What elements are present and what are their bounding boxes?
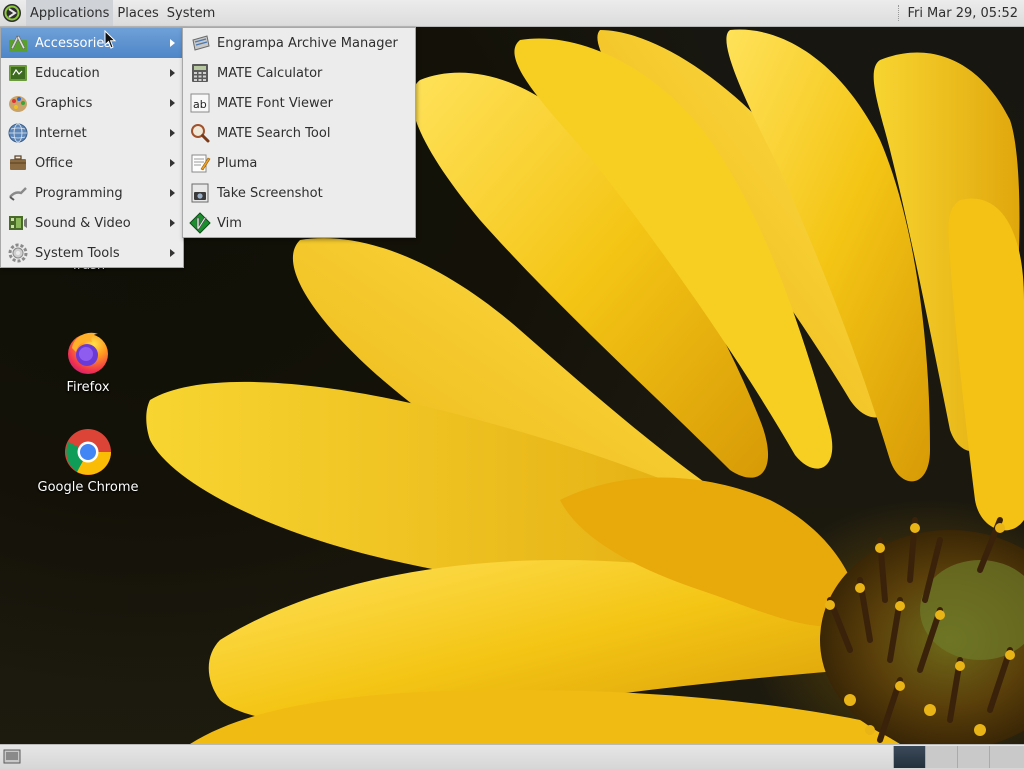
menu-item-label: Office xyxy=(35,155,73,171)
clock[interactable]: Fri Mar 29, 05:52 xyxy=(907,6,1024,21)
menu-item-graphics[interactable]: Graphics xyxy=(1,88,183,118)
accessories-icon xyxy=(9,35,27,52)
text-editor-icon xyxy=(191,154,211,173)
internet-globe-icon xyxy=(8,123,28,143)
calculator-icon xyxy=(192,64,208,82)
submenu-arrow-icon xyxy=(170,159,175,167)
graphics-icon xyxy=(9,96,27,112)
menu-item-pluma[interactable]: Pluma xyxy=(183,148,415,178)
menu-item-label: Pluma xyxy=(217,155,258,171)
menu-item-label: Education xyxy=(35,65,100,81)
programming-icon xyxy=(9,187,27,201)
menu-item-mate-calculator[interactable]: MATE Calculator xyxy=(183,58,415,88)
menu-item-engrampa-archive-manager[interactable]: Engrampa Archive Manager xyxy=(183,28,415,58)
submenu-arrow-icon xyxy=(170,129,175,137)
menu-item-label: System Tools xyxy=(35,245,120,261)
applications-menu-button[interactable]: Applications xyxy=(26,0,114,26)
desktop-icon-google-chrome[interactable]: Google Chrome xyxy=(28,428,148,495)
submenu-arrow-icon xyxy=(170,219,175,227)
workspace-3[interactable] xyxy=(957,746,989,768)
menu-item-label: Vim xyxy=(217,215,242,231)
menu-item-label: Accessories xyxy=(35,35,112,51)
submenu-arrow-icon xyxy=(170,249,175,257)
menu-item-label: MATE Font Viewer xyxy=(217,95,334,111)
workspace-1[interactable] xyxy=(893,746,925,768)
desktop-icon-firefox[interactable]: Firefox xyxy=(28,328,148,395)
archive-manager-icon xyxy=(192,35,210,51)
search-magnifier-icon xyxy=(191,124,210,143)
mate-logo-icon xyxy=(3,4,21,22)
menu-item-internet[interactable]: Internet xyxy=(1,118,183,148)
places-menu-button[interactable]: Places xyxy=(113,0,162,26)
menu-item-mate-font-viewer[interactable]: ab MATE Font Viewer xyxy=(183,88,415,118)
workspace-4[interactable] xyxy=(989,746,1024,768)
submenu-arrow-icon xyxy=(170,69,175,77)
submenu-arrow-icon xyxy=(170,189,175,197)
desktop-icon-label: Google Chrome xyxy=(37,480,139,495)
menu-item-mate-search-tool[interactable]: MATE Search Tool xyxy=(183,118,415,148)
menu-item-vim[interactable]: Vim xyxy=(183,208,415,238)
system-tools-gear-icon xyxy=(8,243,28,263)
sound-video-icon xyxy=(9,216,27,230)
menu-item-label: Programming xyxy=(35,185,123,201)
submenu-arrow-icon xyxy=(170,39,175,47)
menu-item-system-tools[interactable]: System Tools xyxy=(1,238,183,268)
svg-text:ab: ab xyxy=(193,98,207,111)
show-desktop-icon[interactable] xyxy=(2,748,24,766)
screenshot-camera-icon xyxy=(191,183,209,203)
menu-item-label: Take Screenshot xyxy=(217,185,323,201)
menu-item-sound-video[interactable]: Sound & Video xyxy=(1,208,183,238)
submenu-arrow-icon xyxy=(170,99,175,107)
menu-item-education[interactable]: Education xyxy=(1,58,183,88)
menu-item-label: MATE Search Tool xyxy=(217,125,331,141)
menu-item-label: Sound & Video xyxy=(35,215,131,231)
menu-item-label: MATE Calculator xyxy=(217,65,323,81)
mouse-pointer-icon xyxy=(104,30,117,49)
applications-menu: Accessories Education Graphics Internet xyxy=(0,27,184,268)
bottom-panel xyxy=(0,744,1024,769)
panel-drag-handle[interactable] xyxy=(898,5,901,21)
workspace-2[interactable] xyxy=(925,746,957,768)
desktop-icon-label: Firefox xyxy=(66,380,110,395)
accessories-submenu: Engrampa Archive Manager MATE Calculator… xyxy=(182,27,416,238)
menu-item-office[interactable]: Office xyxy=(1,148,183,178)
menu-item-accessories[interactable]: Accessories xyxy=(1,28,183,58)
menu-item-label: Internet xyxy=(35,125,87,141)
menu-item-programming[interactable]: Programming xyxy=(1,178,183,208)
system-menu-button[interactable]: System xyxy=(163,0,219,26)
firefox-icon xyxy=(68,332,108,374)
font-viewer-icon: ab xyxy=(190,93,210,113)
menu-item-take-screenshot[interactable]: Take Screenshot xyxy=(183,178,415,208)
education-icon xyxy=(9,65,27,81)
menu-item-label: Engrampa Archive Manager xyxy=(217,35,398,51)
menu-item-label: Graphics xyxy=(35,95,93,111)
top-panel: Applications Places System Fri Mar 29, 0… xyxy=(0,0,1024,27)
office-icon xyxy=(10,155,26,170)
vim-icon xyxy=(189,212,211,234)
chrome-icon xyxy=(65,429,111,475)
